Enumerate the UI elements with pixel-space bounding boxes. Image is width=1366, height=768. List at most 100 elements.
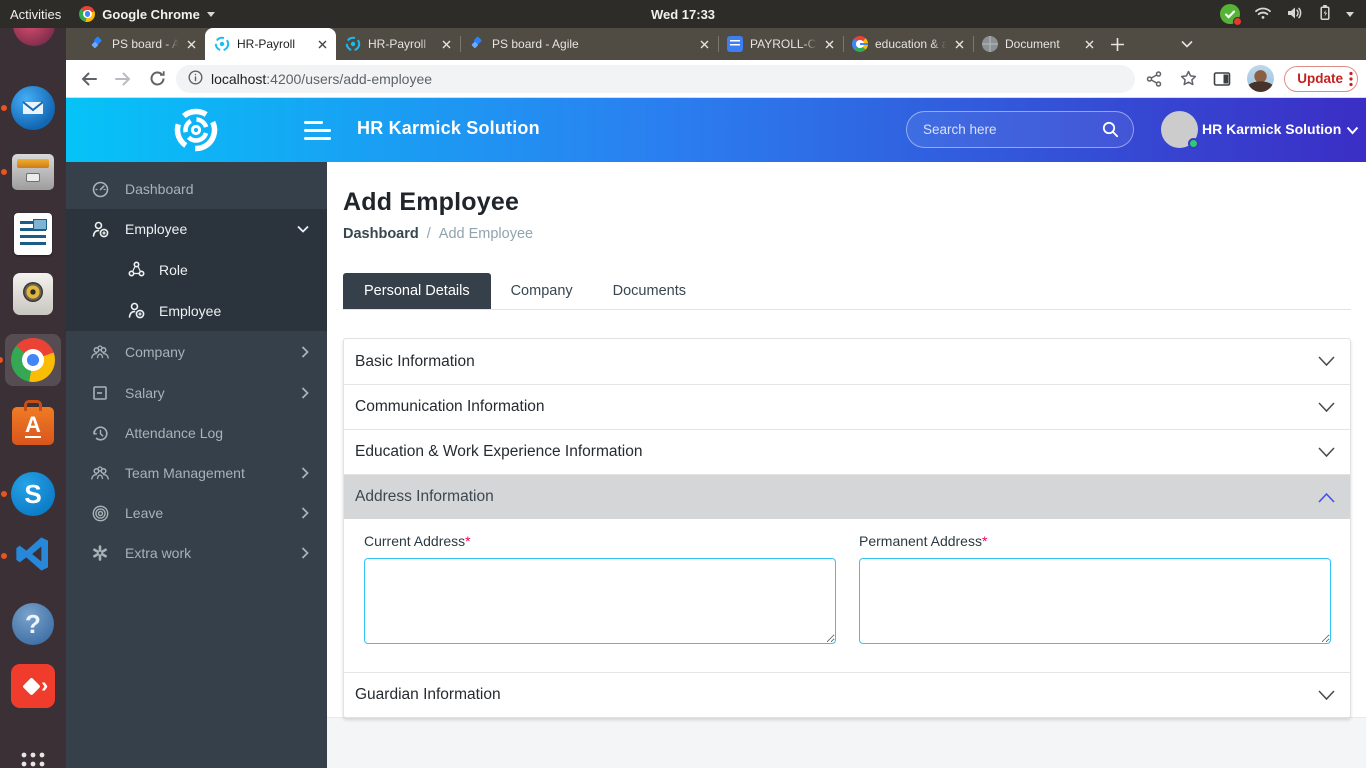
dock-toolbox-app[interactable]: A	[9, 400, 57, 450]
permanent-address-textarea[interactable]	[859, 558, 1331, 644]
search-input[interactable]	[923, 122, 1102, 137]
browser-profile-avatar[interactable]	[1247, 65, 1275, 92]
back-button[interactable]	[74, 64, 104, 94]
bookmark-star-icon[interactable]	[1173, 64, 1203, 94]
current-address-textarea[interactable]	[364, 558, 836, 644]
sidebar-item-role[interactable]: Role	[66, 249, 327, 290]
tab-title: HR-Payroll	[237, 37, 296, 51]
hamburger-menu-icon[interactable]	[304, 119, 332, 141]
sidebar-item-leave[interactable]: Leave	[66, 493, 327, 533]
clock[interactable]: Wed 17:33	[651, 7, 715, 22]
dock-vscode[interactable]	[1, 532, 57, 580]
chevron-down-icon	[1318, 356, 1335, 367]
person-add-icon	[126, 301, 146, 320]
close-icon[interactable]	[1085, 40, 1094, 49]
dock-thunderbird[interactable]	[1, 84, 57, 132]
site-info-icon[interactable]	[188, 69, 203, 88]
main-content: Add Employee Dashboard / Add Employee Pe…	[327, 162, 1366, 768]
dock-skype[interactable]: S	[1, 470, 57, 518]
sidebar-item-dashboard[interactable]: Dashboard	[66, 169, 327, 209]
notification-badge-icon[interactable]	[1220, 4, 1242, 26]
app-title: HR Karmick Solution	[357, 118, 540, 138]
sidebar-item-employee[interactable]: Employee	[66, 209, 327, 249]
dock-show-applications[interactable]	[9, 740, 57, 768]
dock-speaker-app[interactable]	[9, 270, 57, 318]
tab-title: PS board - Agile	[492, 37, 579, 51]
chrome-icon	[79, 6, 96, 22]
sidebar-item-salary[interactable]: Salary	[66, 373, 327, 413]
current-address-label: Current Address*	[364, 533, 471, 549]
dock-red-diamond-app[interactable]: ››	[9, 662, 57, 710]
close-icon[interactable]	[825, 40, 834, 49]
new-tab-button[interactable]	[1103, 30, 1131, 58]
sidebar-item-attendance-log[interactable]: Attendance Log	[66, 413, 327, 453]
chevron-down-icon	[206, 11, 215, 17]
breadcrumb-dashboard[interactable]: Dashboard	[343, 226, 419, 242]
browser-toolbar: localhost:4200/users/add-employee Update	[66, 60, 1366, 98]
share-icon[interactable]	[1139, 64, 1169, 94]
sidebar-item-label: Dashboard	[125, 181, 194, 197]
url-path: :4200/users/add-employee	[266, 70, 433, 87]
partial-app-icon[interactable]	[13, 28, 55, 46]
running-indicator	[1, 491, 7, 497]
chevron-down-icon	[1318, 689, 1335, 701]
thunderbird-icon	[11, 86, 55, 130]
dock-google-chrome[interactable]	[0, 334, 61, 386]
accordion-communication-information[interactable]: Communication Information	[344, 384, 1350, 429]
app-menu[interactable]: Google Chrome	[79, 6, 215, 22]
tab-documents[interactable]: Documents	[593, 273, 706, 309]
browser-tab[interactable]: PS board - Agile	[460, 28, 718, 60]
close-icon[interactable]	[955, 40, 964, 49]
accordion-address-information[interactable]: Address Information	[344, 474, 1350, 519]
sidebar-item-company[interactable]: Company	[66, 331, 327, 373]
close-icon[interactable]	[442, 40, 451, 49]
chevron-down-icon	[297, 225, 309, 233]
tab-search-chevron-icon[interactable]	[1173, 30, 1201, 58]
system-menu-chevron-icon[interactable]	[1346, 11, 1354, 17]
side-panel-icon[interactable]	[1207, 64, 1237, 94]
browser-tab[interactable]: HR-Payroll	[336, 28, 460, 60]
tab-company[interactable]: Company	[491, 273, 593, 309]
sidebar-item-label: Employee	[159, 302, 222, 319]
close-icon[interactable]	[700, 40, 709, 49]
accordion-guardian-information[interactable]: Guardian Information	[344, 672, 1350, 717]
sidebar-item-team-management[interactable]: Team Management	[66, 453, 327, 493]
activities-button[interactable]: Activities	[10, 7, 61, 22]
browser-tab[interactable]: education & ad	[843, 28, 973, 60]
address-bar[interactable]: localhost:4200/users/add-employee	[176, 64, 1136, 93]
file-archive-icon	[12, 154, 54, 190]
forward-button[interactable]	[108, 64, 138, 94]
breadcrumb-current: Add Employee	[438, 226, 534, 242]
sidebar-item-extra-work[interactable]: Extra work	[66, 533, 327, 573]
chevron-right-icon	[301, 346, 309, 358]
browser-tab[interactable]: PS board - Agil	[80, 28, 205, 60]
dock-file-archive[interactable]	[1, 148, 57, 196]
sidebar-item-employee-sub[interactable]: Employee	[66, 290, 327, 331]
browser-tab[interactable]: Document	[973, 28, 1103, 60]
sidebar-item-label: Team Management	[125, 465, 245, 481]
battery-icon[interactable]	[1318, 4, 1332, 25]
close-icon[interactable]	[318, 40, 327, 49]
app-menu-label: Google Chrome	[102, 6, 200, 22]
browser-tab-active[interactable]: HR-Payroll	[205, 28, 336, 60]
profile-chevron-down-icon[interactable]	[1346, 122, 1359, 140]
volume-icon[interactable]	[1286, 5, 1304, 24]
tab-personal-details[interactable]: Personal Details	[343, 273, 491, 309]
dock-help[interactable]: ?	[9, 600, 57, 648]
search-icon[interactable]	[1102, 121, 1119, 138]
breadcrumb: Dashboard / Add Employee	[343, 226, 533, 242]
update-button[interactable]: Update	[1284, 65, 1358, 92]
chrome-icon	[11, 338, 55, 382]
reload-button[interactable]	[142, 64, 172, 94]
close-icon[interactable]	[187, 40, 196, 49]
profile-avatar[interactable]	[1161, 111, 1199, 149]
update-label: Update	[1297, 71, 1343, 86]
profile-name[interactable]: HR Karmick Solution	[1202, 121, 1341, 137]
speaker-app-icon	[13, 273, 53, 315]
browser-tab[interactable]: PAYROLL-CHA	[718, 28, 843, 60]
wifi-icon[interactable]	[1254, 5, 1272, 24]
accordion-education-work-experience[interactable]: Education & Work Experience Information	[344, 429, 1350, 474]
header-search[interactable]	[906, 111, 1134, 148]
accordion-basic-information[interactable]: Basic Information	[344, 339, 1350, 384]
dock-libreoffice-writer[interactable]	[9, 210, 57, 258]
